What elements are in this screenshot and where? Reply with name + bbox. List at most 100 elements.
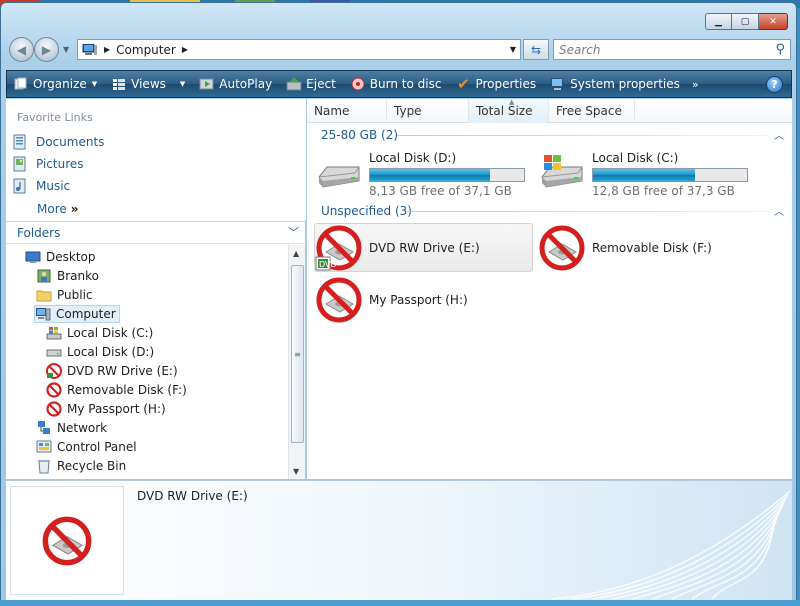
group-divider: [407, 211, 770, 212]
folder-tree-scrollbar[interactable]: ▲ ≡ ▼: [288, 245, 305, 479]
address-bar[interactable]: ▶ Computer ▶ ▼: [77, 39, 521, 60]
burn-to-disc-button[interactable]: Burn to disc: [350, 76, 441, 92]
folders-title: Folders: [17, 225, 61, 240]
chevron-down-icon: ﹀: [288, 226, 299, 239]
more-chevrons-icon: »: [70, 202, 79, 216]
tree-item-my-passport-h[interactable]: My Passport (H:): [46, 400, 166, 418]
folder-tree: Desktop Branko Public Computer Local Dis…: [6, 245, 288, 479]
system-properties-button[interactable]: System properties: [550, 76, 680, 92]
drive-name: Local Disk (C:): [592, 151, 679, 165]
organize-button[interactable]: Organize ▼: [13, 76, 97, 92]
computer-icon: [82, 43, 97, 55]
favorite-more-link[interactable]: More»: [37, 202, 79, 216]
column-name[interactable]: Name: [307, 99, 387, 123]
column-label: Free Space: [556, 104, 622, 118]
tree-item-local-disk-d[interactable]: Local Disk (D:): [46, 343, 154, 361]
scroll-down-icon[interactable]: ▼: [293, 467, 299, 476]
properties-button[interactable]: ✔ Properties: [455, 75, 536, 93]
taskbar-edge: [0, 600, 800, 606]
scrollbar-thumb[interactable]: ≡: [291, 265, 304, 443]
column-free-space[interactable]: Free Space: [549, 99, 635, 123]
file-list-pane: Name Type ▲ Total Size Free Space 25-80 G…: [307, 98, 792, 479]
breadcrumb-computer[interactable]: Computer: [116, 43, 176, 57]
group-label: 25-80 GB (2): [321, 128, 399, 142]
tree-label: Public: [57, 288, 93, 302]
tree-item-desktop[interactable]: Desktop: [25, 248, 96, 266]
close-button[interactable]: ✕: [759, 13, 788, 30]
tree-label: Desktop: [46, 250, 96, 264]
explorer-window: ▁ ▢ ✕ ◀ ▶ ▼ ▶ Computer ▶ ▼ ⇆ Search ⚲ Or…: [0, 2, 797, 602]
tree-item-control-panel[interactable]: Control Panel: [36, 438, 137, 456]
drive-free-space: 8,13 GB free of 37,1 GB: [369, 184, 512, 198]
no-entry-icon: [538, 224, 586, 272]
tree-item-computer[interactable]: Computer: [34, 305, 120, 323]
tree-item-branko[interactable]: Branko: [36, 267, 99, 285]
tree-item-dvd-drive-e[interactable]: DVD RW Drive (E:): [46, 362, 178, 380]
drive-item-my-passport-h[interactable]: My Passport (H:): [315, 275, 468, 324]
tree-label: Control Panel: [57, 440, 137, 454]
favorite-documents[interactable]: Documents: [12, 134, 104, 150]
autoplay-button[interactable]: AutoPlay: [199, 76, 272, 92]
burn-disc-icon: [350, 76, 366, 92]
more-commands-label: »: [691, 77, 699, 91]
maximize-button[interactable]: ▢: [732, 13, 759, 30]
tree-item-public[interactable]: Public: [36, 286, 93, 304]
command-bar: Organize ▼ Views ▼ AutoPlay Eject Burn to …: [6, 70, 792, 98]
chevron-down-icon: ▼: [91, 80, 98, 88]
help-button[interactable]: ?: [766, 76, 783, 93]
drive-item-local-disk-d[interactable]: Local Disk (D:) 8,13 GB free of 37,1 GB: [315, 151, 525, 199]
navigation-bar: ◀ ▶ ▼ ▶ Computer ▶ ▼ ⇆ Search ⚲: [7, 37, 792, 63]
more-commands-button[interactable]: »: [692, 78, 699, 91]
column-label: Name: [314, 104, 350, 118]
no-entry-drive-icon: [41, 515, 93, 567]
collapse-group-icon[interactable]: ︿: [774, 203, 784, 218]
tree-label: Branko: [57, 269, 99, 283]
folder-icon: [36, 290, 52, 302]
favorite-music[interactable]: Music: [12, 178, 70, 194]
tree-item-removable-disk-f[interactable]: Removable Disk (F:): [46, 381, 187, 399]
drive-item-local-disk-c[interactable]: Local Disk (C:) 12,8 GB free of 37,3 GB: [538, 151, 748, 199]
tree-item-local-disk-c[interactable]: Local Disk (C:): [46, 324, 153, 342]
column-label: Total Size: [476, 104, 533, 118]
details-thumbnail: [10, 486, 124, 595]
recycle-bin-icon: [38, 460, 50, 474]
tree-item-recycle-bin[interactable]: Recycle Bin: [36, 457, 126, 475]
eject-button[interactable]: Eject: [286, 76, 336, 92]
search-input[interactable]: Search ⚲: [553, 39, 791, 60]
caption-buttons: ▁ ▢ ✕: [705, 13, 788, 30]
search-icon[interactable]: ⚲: [775, 42, 785, 57]
group-header-unspecified[interactable]: Unspecified (3) ︿: [307, 201, 792, 221]
pictures-icon: [13, 156, 26, 172]
autoplay-label: AutoPlay: [219, 77, 273, 91]
collapse-group-icon[interactable]: ︿: [774, 127, 784, 142]
refresh-button[interactable]: ⇆: [523, 39, 549, 60]
back-button[interactable]: ◀: [9, 37, 34, 62]
address-dropdown-icon[interactable]: ▼: [510, 45, 516, 54]
recent-pages-dropdown[interactable]: ▼: [63, 45, 69, 54]
no-entry-icon: [46, 401, 62, 417]
windows-drive-icon: [541, 155, 583, 188]
help-icon: ?: [771, 78, 778, 91]
views-button[interactable]: Views ▼: [111, 76, 185, 92]
group-header-size[interactable]: 25-80 GB (2) ︿: [307, 125, 792, 145]
drive-item-dvd-rw-e[interactable]: DVD DVD RW Drive (E:): [314, 223, 533, 272]
documents-icon: [13, 134, 26, 150]
minimize-button[interactable]: ▁: [705, 13, 732, 30]
breadcrumb-chevron-icon[interactable]: ▶: [182, 45, 188, 54]
drive-item-removable-disk-f[interactable]: Removable Disk (F:): [538, 223, 712, 272]
scroll-up-icon[interactable]: ▲: [293, 249, 299, 258]
details-pane: DVD RW Drive (E:): [6, 480, 792, 600]
tree-label: Network: [57, 421, 108, 435]
device-name: Removable Disk (F:): [592, 240, 712, 255]
system-properties-icon: [550, 76, 566, 92]
checkmark-icon: ✔: [457, 75, 470, 93]
favorite-links: Favorite Links Documents Pictures Music …: [6, 99, 306, 220]
dvd-drive-icon: [46, 363, 62, 379]
column-total-size[interactable]: ▲ Total Size: [469, 98, 549, 123]
column-type[interactable]: Type: [387, 99, 469, 123]
tree-item-network[interactable]: Network: [36, 419, 107, 437]
forward-button[interactable]: ▶: [34, 37, 59, 62]
favorite-pictures[interactable]: Pictures: [12, 156, 84, 172]
folders-header[interactable]: Folders ﹀: [6, 221, 306, 244]
navigation-pane: Favorite Links Documents Pictures Music …: [6, 99, 306, 479]
